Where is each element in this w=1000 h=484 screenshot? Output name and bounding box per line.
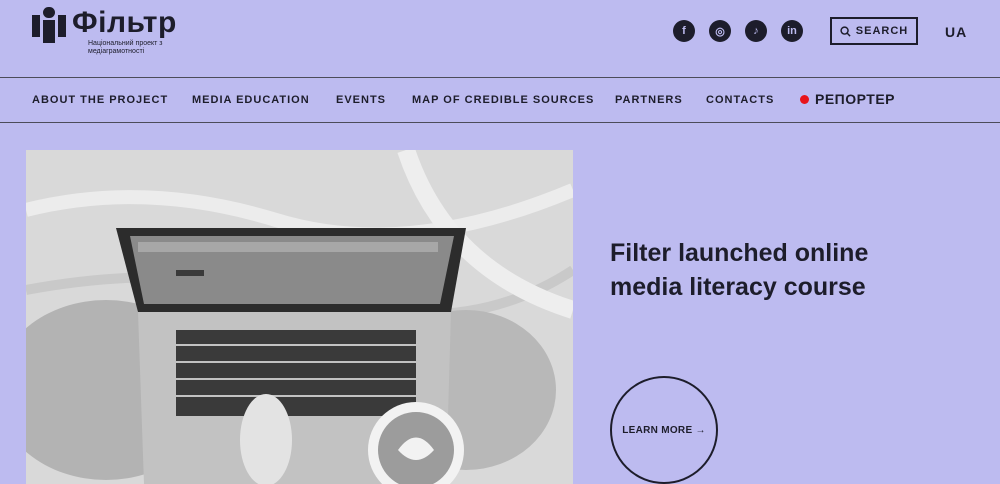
- facebook-icon[interactable]: f: [673, 20, 695, 42]
- nav-events[interactable]: EVENTS: [336, 94, 386, 106]
- nav-map-of-credible-sources[interactable]: MAP OF CREDIBLE SOURCES: [412, 94, 594, 106]
- nav-contacts[interactable]: CONTACTS: [706, 94, 774, 106]
- nav-partners[interactable]: PARTNERS: [615, 94, 683, 106]
- laptop-photo: [26, 150, 573, 484]
- search-icon: [840, 25, 851, 37]
- search-button[interactable]: SEARCH: [830, 17, 918, 45]
- search-label: SEARCH: [855, 25, 909, 37]
- language-switcher[interactable]: UA: [945, 24, 967, 40]
- hero-image: [26, 150, 573, 484]
- hero-title: Filter launched online media literacy co…: [610, 239, 869, 301]
- learn-more-button[interactable]: LEARN MORE →: [610, 376, 718, 484]
- site-header: Фільтр Національний проект з медіаграмот…: [0, 0, 1000, 78]
- nav-media-education[interactable]: MEDIA EDUCATION: [192, 94, 310, 106]
- reporter-label: РЕПОРТЕР: [815, 91, 896, 107]
- social-links: f ◎ ♪ in: [673, 20, 803, 42]
- nav-reporter[interactable]: РЕПОРТЕР: [800, 91, 895, 107]
- main-nav: ABOUT THE PROJECT MEDIA EDUCATION EVENTS…: [0, 77, 1000, 123]
- logo-subtitle: Національний проект з медіаграмотності: [88, 40, 163, 55]
- site-logo[interactable]: Фільтр Національний проект з медіаграмот…: [32, 6, 178, 56]
- instagram-icon[interactable]: ◎: [709, 20, 731, 42]
- tiktok-icon[interactable]: ♪: [745, 20, 767, 42]
- linkedin-icon[interactable]: in: [781, 20, 803, 42]
- nav-about[interactable]: ABOUT THE PROJECT: [32, 94, 168, 106]
- logo-wordmark: Фільтр: [72, 6, 177, 39]
- reporter-dot-icon: [800, 94, 809, 104]
- logo-mark-icon: [32, 7, 66, 43]
